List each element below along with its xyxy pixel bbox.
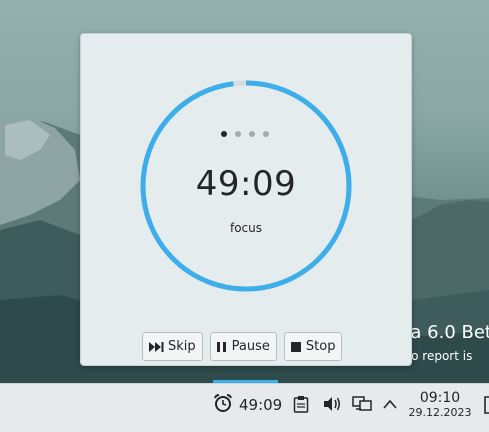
skip-button[interactable]: Skip (142, 332, 203, 361)
timer-phase-label: focus (229, 221, 263, 235)
chevron-up-icon[interactable] (380, 394, 400, 414)
pause-button-label: Pause (231, 339, 270, 354)
session-dot (235, 131, 241, 137)
stop-icon (290, 341, 302, 353)
pause-button[interactable]: Pause (209, 332, 277, 361)
session-indicator (221, 131, 269, 139)
clock[interactable]: 09:10 29.12.2023 (405, 390, 475, 420)
tray-timer-text: 49:09 (239, 396, 283, 414)
clock-time: 09:10 (419, 390, 461, 406)
clock-date: 29.12.2023 (408, 406, 472, 419)
stop-button-label: Stop (305, 339, 336, 354)
session-dot (249, 131, 255, 137)
stop-button[interactable]: Stop (283, 332, 343, 361)
desktop-watermark-title: na 6.0 Bet (399, 322, 489, 343)
timer-controls: Skip Pause Stop (142, 332, 343, 361)
timer-popup: 49:09 focus Skip Pause Stop (80, 33, 412, 366)
skip-forward-icon (148, 341, 164, 353)
show-desktop-icon[interactable] (483, 395, 489, 415)
skip-button-label: Skip (168, 339, 196, 354)
clipboard-icon[interactable] (291, 394, 311, 414)
alarm-clock-icon (213, 393, 233, 417)
pause-icon (216, 341, 228, 353)
volume-icon[interactable] (322, 394, 342, 414)
timer-display: 49:09 (195, 164, 297, 204)
tray-timer-applet[interactable]: 49:09 (213, 390, 282, 420)
session-dot (221, 131, 227, 137)
network-icon[interactable] (352, 394, 372, 414)
taskbar: 49:09 09:10 29.12.2023 (0, 383, 489, 432)
session-dot (263, 131, 269, 137)
